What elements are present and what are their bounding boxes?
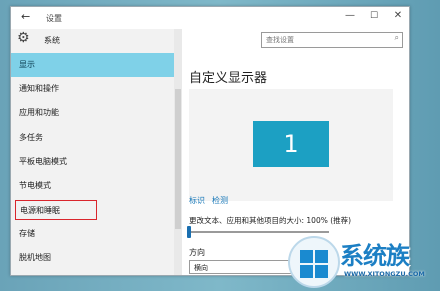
sidebar-item-multitasking[interactable]: 多任务	[11, 126, 174, 150]
watermark-brand: 系统族	[340, 242, 410, 270]
sidebar-item-tablet-mode[interactable]: 平板电脑模式	[11, 150, 174, 174]
sidebar: ⚙ 系统 显示 通知和操作 应用和功能 多任务 平板电脑模式 节电模式 电源和睡…	[11, 29, 174, 275]
search-box[interactable]: ⌕	[261, 32, 403, 48]
scale-label: 更改文本、应用和其他项目的大小: 100% (推荐)	[189, 216, 352, 225]
minimize-button[interactable]: —	[343, 10, 357, 21]
gear-icon: ⚙	[17, 30, 30, 46]
close-button[interactable]: ✕	[391, 10, 405, 21]
identify-link[interactable]: 标识	[189, 195, 205, 206]
sidebar-item-battery-saver[interactable]: 节电模式	[11, 174, 174, 198]
search-icon[interactable]: ⌕	[395, 33, 399, 43]
sidebar-item-display[interactable]: 显示	[11, 53, 174, 78]
orientation-label: 方向	[189, 248, 205, 257]
orientation-value: 横向	[194, 264, 208, 272]
sidebar-item-offline-maps[interactable]: 脱机地图	[11, 246, 174, 270]
title-bar: ← 设置 — ☐ ✕	[11, 7, 409, 29]
detect-link[interactable]: 检测	[212, 195, 228, 206]
window-title: 设置	[46, 14, 62, 23]
sidebar-header: ⚙ 系统	[11, 29, 174, 51]
orientation-select[interactable]: 横向 ⌄	[189, 260, 299, 274]
sidebar-header-label: 系统	[44, 36, 60, 45]
sidebar-item-notifications[interactable]: 通知和操作	[11, 77, 174, 101]
page-title: 自定义显示器	[189, 71, 268, 86]
sidebar-nav: 显示 通知和操作 应用和功能 多任务 平板电脑模式 节电模式 电源和睡眠 存储 …	[11, 53, 174, 271]
scale-slider-thumb[interactable]	[187, 226, 191, 238]
sidebar-scrollbar[interactable]	[174, 29, 182, 275]
watermark-circle	[288, 236, 340, 288]
sidebar-item-storage[interactable]: 存储	[11, 222, 174, 246]
monitor-tile[interactable]: 1	[253, 121, 329, 167]
windows-logo-icon	[300, 250, 330, 280]
search-input[interactable]	[266, 34, 386, 46]
display-preview: 1	[189, 89, 393, 201]
sidebar-scroll-thumb[interactable]	[175, 89, 181, 229]
sidebar-item-power-sleep[interactable]: 电源和睡眠	[15, 200, 97, 221]
sidebar-item-apps-features[interactable]: 应用和功能	[11, 101, 174, 125]
watermark-logo: 系统族 WWW.XITONGZU.COM	[288, 232, 440, 291]
maximize-button[interactable]: ☐	[367, 11, 381, 21]
back-arrow-icon[interactable]: ←	[21, 10, 30, 23]
watermark-url: WWW.XITONGZU.COM	[344, 270, 425, 278]
